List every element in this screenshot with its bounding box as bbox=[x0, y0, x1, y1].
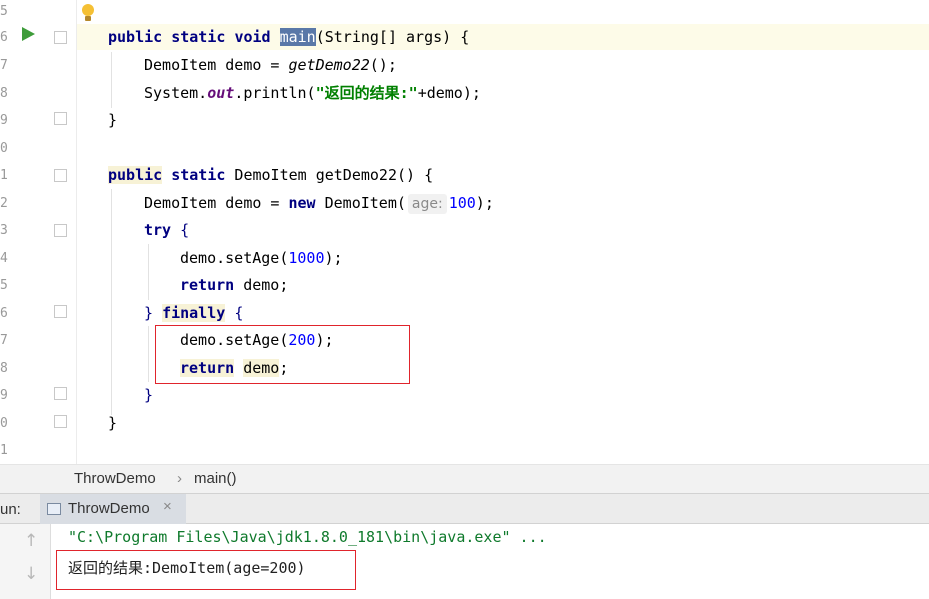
string-literal: "返回的结果:" bbox=[315, 84, 418, 102]
keyword: new bbox=[288, 194, 316, 212]
line-number: 5 bbox=[0, 278, 8, 293]
keyword: public bbox=[108, 166, 163, 184]
console-command-line: "C:\Program Files\Java\jdk1.8.0_181\bin\… bbox=[68, 528, 547, 546]
code-text: DemoItem demo = bbox=[144, 194, 289, 212]
code-line[interactable]: try { bbox=[144, 217, 189, 244]
code-line[interactable]: DemoItem demo = new DemoItem(age: 100); bbox=[144, 190, 494, 217]
code-line[interactable]: } bbox=[144, 382, 153, 409]
output-highlight-box bbox=[56, 550, 356, 590]
code-line[interactable]: } finally { bbox=[144, 300, 243, 327]
open-brace: { bbox=[234, 304, 244, 322]
tab-label: ThrowDemo bbox=[68, 500, 150, 517]
code-text: System. bbox=[144, 84, 208, 102]
run-tool-window-header: un: ThrowDemo × bbox=[0, 493, 929, 524]
fold-icon[interactable] bbox=[54, 387, 67, 400]
line-number: 1 bbox=[0, 443, 8, 458]
breadcrumb-item-class[interactable]: ThrowDemo bbox=[74, 470, 156, 487]
line-number: 1 bbox=[0, 168, 8, 183]
line-number: 7 bbox=[0, 58, 8, 73]
code-text: DemoItem demo = bbox=[144, 56, 289, 74]
line-number: 8 bbox=[0, 86, 8, 101]
close-icon[interactable]: × bbox=[163, 498, 172, 515]
fold-icon[interactable] bbox=[54, 305, 67, 318]
keyword: finally bbox=[162, 304, 226, 322]
code-line[interactable]: demo.setAge(1000); bbox=[180, 245, 343, 272]
closing-brace: } bbox=[144, 386, 154, 404]
code-text: ); bbox=[475, 194, 494, 212]
finally-highlight-box bbox=[155, 325, 410, 384]
fold-icon[interactable] bbox=[54, 112, 67, 125]
line-number: 0 bbox=[0, 141, 8, 156]
line-number: 0 bbox=[0, 416, 8, 431]
line-number: 8 bbox=[0, 361, 8, 376]
method-call: getDemo22 bbox=[288, 56, 370, 74]
number-literal: 1000 bbox=[288, 249, 325, 267]
line-number: 4 bbox=[0, 251, 8, 266]
code-editor[interactable]: 5 6 7 8 9 0 1 2 3 4 5 6 7 8 9 0 1 public… bbox=[0, 0, 929, 464]
code-text: demo.setAge( bbox=[180, 249, 289, 267]
keyword: static bbox=[171, 28, 226, 46]
code-line-getdemo-signature[interactable]: public static DemoItem getDemo22() { bbox=[108, 162, 433, 189]
code-text: (String[] args) { bbox=[315, 28, 470, 46]
indent-guide bbox=[111, 52, 112, 108]
code-text: +demo); bbox=[417, 84, 481, 102]
keyword: try bbox=[144, 221, 172, 239]
up-arrow-icon[interactable]: ↑ bbox=[24, 531, 38, 551]
lightbulb-icon[interactable] bbox=[82, 4, 94, 21]
closing-brace: } bbox=[144, 304, 154, 322]
code-line[interactable]: } bbox=[108, 107, 117, 134]
code-text: .println( bbox=[234, 84, 316, 102]
code-line-main-signature[interactable]: public static void main(String[] args) { bbox=[108, 24, 469, 51]
console-toolbar: ↑ ↓ bbox=[0, 524, 51, 599]
closing-brace: } bbox=[108, 111, 118, 129]
static-field: out bbox=[207, 84, 235, 102]
console-output[interactable]: ↑ ↓ "C:\Program Files\Java\jdk1.8.0_181\… bbox=[0, 524, 929, 599]
keyword: void bbox=[234, 28, 271, 46]
code-text: demo; bbox=[234, 276, 289, 294]
line-number: 5 bbox=[0, 4, 8, 19]
fold-icon[interactable] bbox=[54, 224, 67, 237]
down-arrow-icon[interactable]: ↓ bbox=[24, 564, 38, 584]
run-label: un: bbox=[0, 501, 21, 518]
keyword: return bbox=[180, 276, 235, 294]
indent-guide bbox=[111, 189, 112, 415]
line-number: 2 bbox=[0, 196, 8, 211]
keyword: static bbox=[171, 166, 226, 184]
number-literal: 100 bbox=[448, 194, 476, 212]
run-gutter-icon[interactable] bbox=[22, 27, 35, 41]
code-line[interactable]: return demo; bbox=[180, 272, 288, 299]
line-number: 9 bbox=[0, 388, 8, 403]
line-number: 6 bbox=[0, 306, 8, 321]
breadcrumb-item-method[interactable]: main() bbox=[194, 470, 237, 487]
line-number: 6 bbox=[0, 30, 8, 45]
code-text: ); bbox=[324, 249, 343, 267]
code-line[interactable]: DemoItem demo = getDemo22(); bbox=[144, 52, 397, 79]
indent-guide bbox=[148, 244, 149, 300]
fold-icon[interactable] bbox=[54, 415, 67, 428]
selected-identifier[interactable]: main bbox=[279, 28, 316, 46]
code-line[interactable]: System.out.println("返回的结果:"+demo); bbox=[144, 80, 481, 107]
line-number: 9 bbox=[0, 113, 8, 128]
breadcrumb-separator-icon: › bbox=[177, 470, 182, 487]
indent-guide bbox=[148, 326, 149, 382]
keyword: public bbox=[108, 28, 163, 46]
code-text: (); bbox=[369, 56, 397, 74]
closing-brace: } bbox=[108, 414, 118, 432]
code-text: DemoItem getDemo22() { bbox=[225, 166, 434, 184]
breadcrumb: ThrowDemo › main() bbox=[0, 464, 929, 494]
fold-icon[interactable] bbox=[54, 169, 67, 182]
line-number: 3 bbox=[0, 223, 8, 238]
code-text: DemoItem( bbox=[315, 194, 406, 212]
open-brace: { bbox=[180, 221, 190, 239]
code-line[interactable]: } bbox=[108, 410, 117, 437]
parameter-hint: age: bbox=[407, 194, 447, 214]
gutter: 5 6 7 8 9 0 1 2 3 4 5 6 7 8 9 0 1 bbox=[0, 0, 77, 464]
tab-throwdemo[interactable]: ThrowDemo × bbox=[40, 494, 186, 524]
line-number: 7 bbox=[0, 333, 8, 348]
console-icon bbox=[47, 503, 61, 515]
fold-icon[interactable] bbox=[54, 31, 67, 44]
